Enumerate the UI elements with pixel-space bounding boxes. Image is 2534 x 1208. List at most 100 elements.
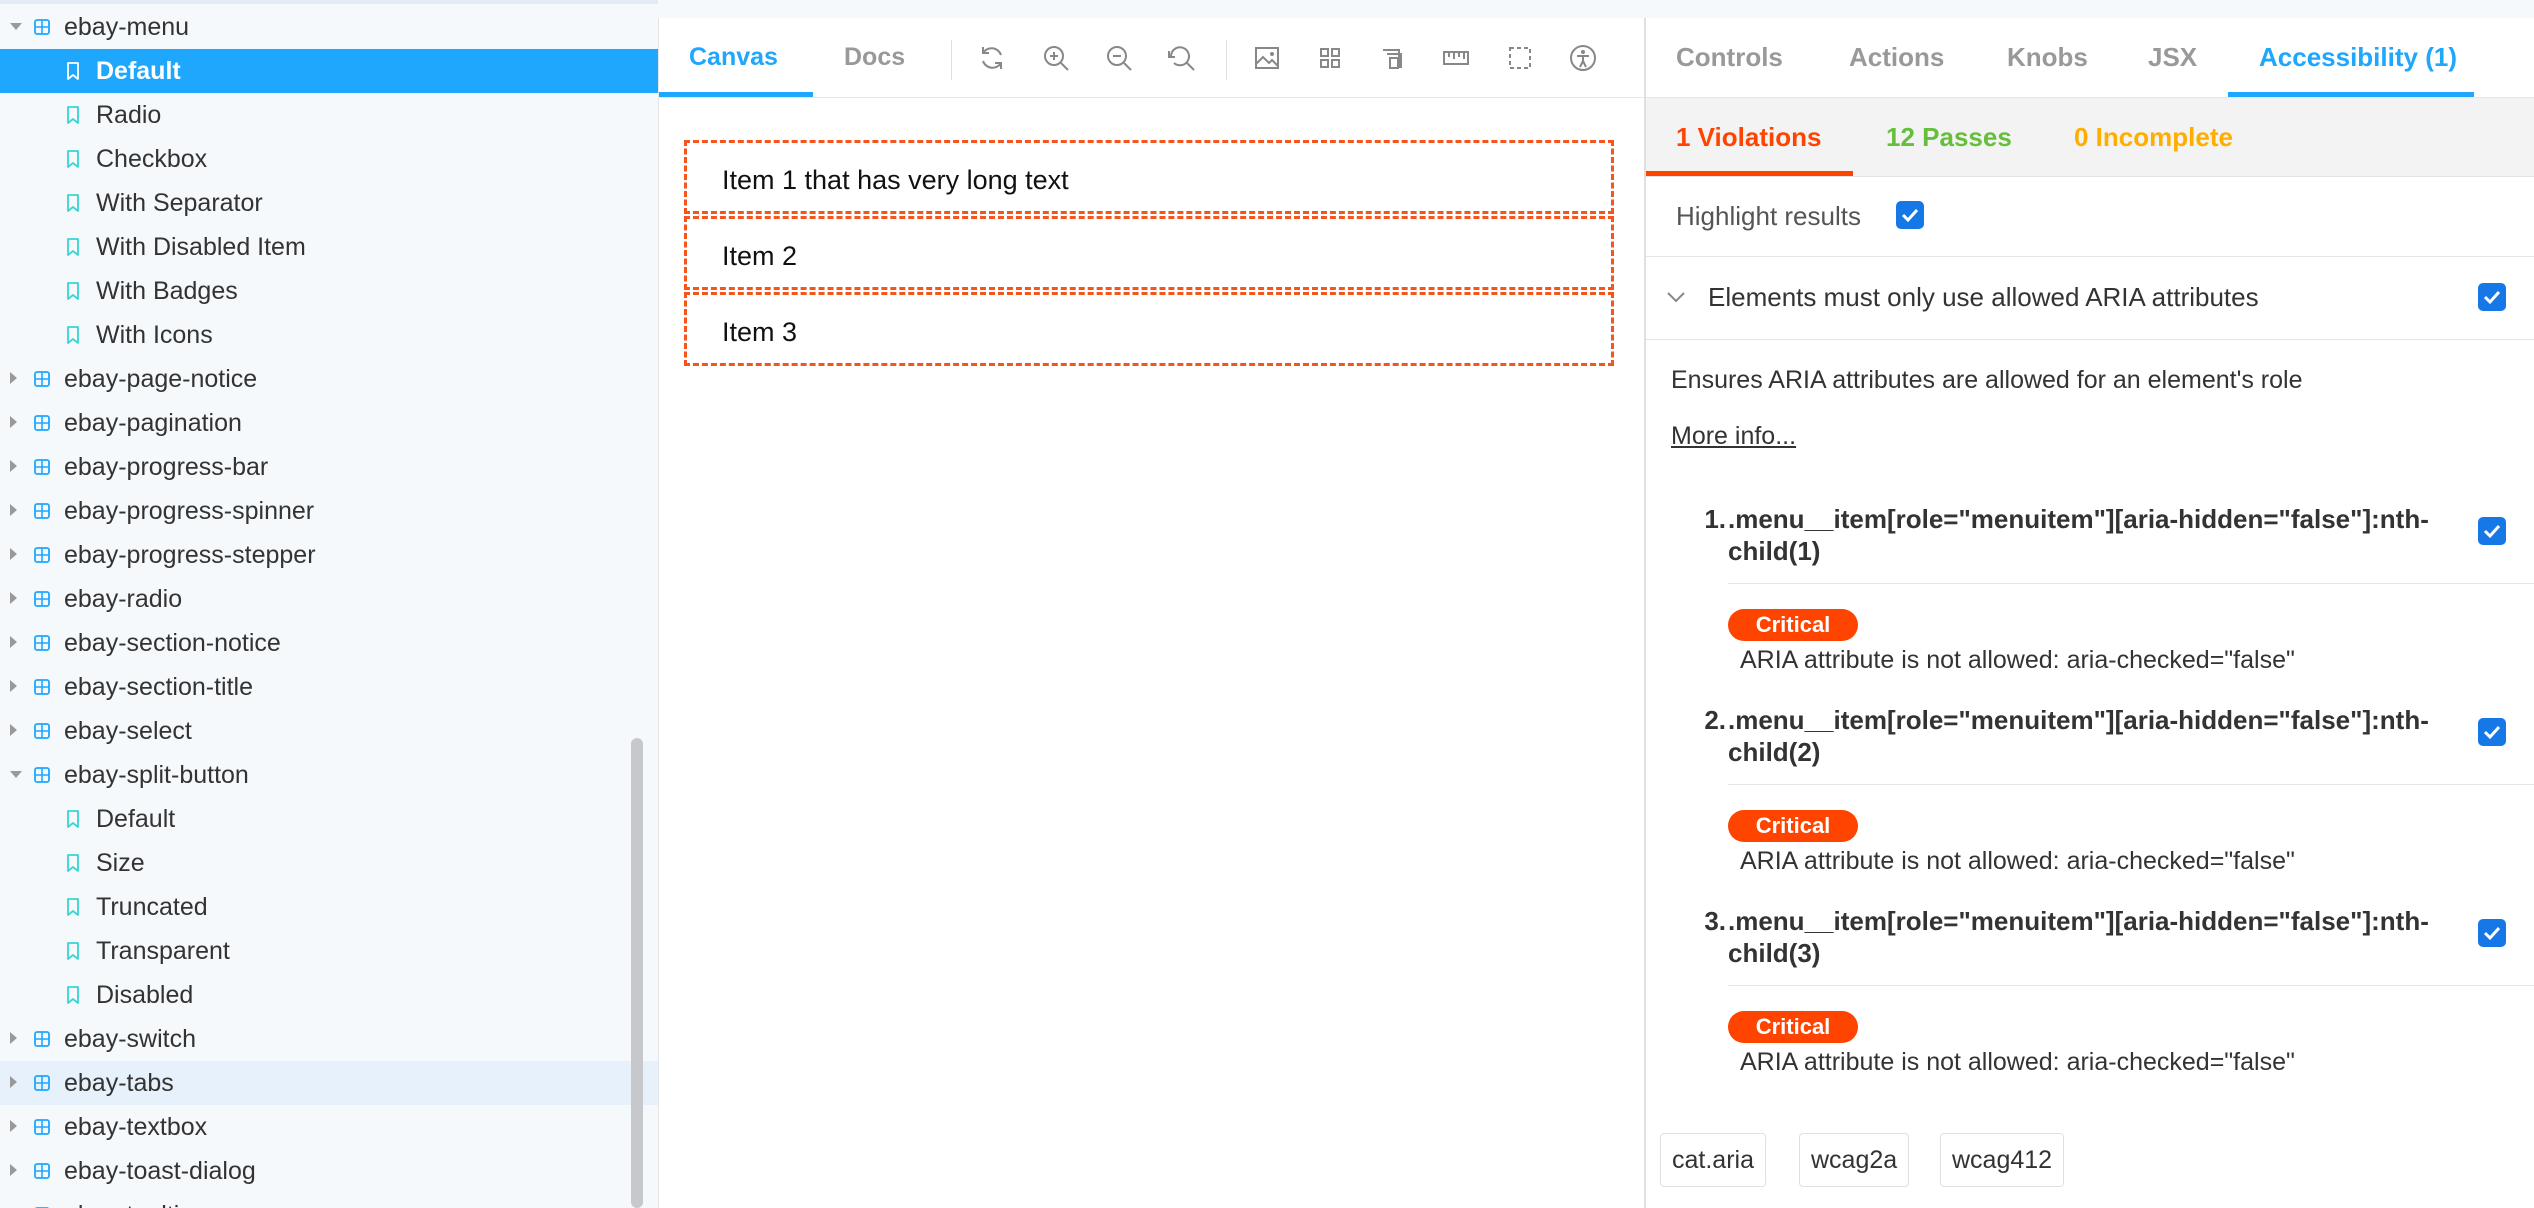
sidebar-component[interactable]: ebay-section-notice: [0, 621, 658, 665]
sidebar-component[interactable]: ebay-pagination: [0, 401, 658, 445]
canvas-tab-indicator: [659, 92, 813, 97]
sidebar-story[interactable]: Transparent: [0, 929, 658, 973]
component-icon: [34, 679, 50, 695]
sidebar-item-label: ebay-tooltip: [64, 1202, 193, 1208]
chevron-down-icon[interactable]: [1664, 285, 1688, 309]
sidebar-component[interactable]: ebay-textbox: [0, 1105, 658, 1149]
sidebar-item-label: ebay-toast-dialog: [64, 1157, 256, 1185]
bookmark-icon: [67, 326, 79, 344]
tab-canvas[interactable]: Canvas: [689, 42, 778, 72]
sidebar-story[interactable]: Default: [0, 49, 658, 93]
toolbar-separator: [951, 40, 952, 80]
accessibility-button[interactable]: [1567, 42, 1599, 74]
sidebar-component[interactable]: ebay-progress-bar: [0, 445, 658, 489]
background-button[interactable]: [1251, 42, 1283, 74]
caret-right-icon: [10, 460, 17, 472]
checkmark-icon: [2483, 725, 2501, 740]
sidebar-story[interactable]: Size: [0, 841, 658, 885]
tab-jsx[interactable]: JSX: [2148, 42, 2197, 72]
sidebar-item-label: Default: [96, 57, 181, 85]
rule-tag: wcag2a: [1799, 1133, 1910, 1187]
sidebar-item-label: ebay-textbox: [64, 1113, 208, 1141]
sidebar-item-label: Disabled: [96, 981, 194, 1009]
sidebar-component[interactable]: ebay-radio: [0, 577, 658, 621]
sidebar-item-label: Checkbox: [96, 145, 208, 173]
sidebar-component[interactable]: ebay-split-button: [0, 753, 658, 797]
component-icon: [34, 591, 50, 607]
sidebar-story[interactable]: Disabled: [0, 973, 658, 1017]
component-icon: [34, 1031, 50, 1047]
tab-accessibility[interactable]: Accessibility (1): [2259, 42, 2457, 72]
sidebar-component[interactable]: ebay-page-notice: [0, 357, 658, 401]
menu-item-label: Item 3: [722, 317, 798, 347]
caret-right-icon: [10, 592, 17, 604]
sidebar-component[interactable]: ebay-progress-spinner: [0, 489, 658, 533]
addon-tabs: Controls Actions Knobs JSX Accessibility…: [1646, 18, 2534, 98]
zoom-reset-button[interactable]: [1166, 42, 1198, 74]
checkmark-icon: [2483, 524, 2501, 539]
node-highlight-checkbox[interactable]: [2478, 517, 2506, 545]
sidebar-component[interactable]: ebay-select: [0, 709, 658, 753]
sidebar-component[interactable]: ebay-switch: [0, 1017, 658, 1061]
bookmark-icon: [67, 194, 79, 212]
node-highlight-checkbox[interactable]: [2478, 718, 2506, 746]
tab-violations[interactable]: 1 Violations: [1676, 122, 1821, 152]
rule-tag: cat.aria: [1660, 1133, 1766, 1187]
sidebar-story[interactable]: With Disabled Item: [0, 225, 658, 269]
menu-item-1[interactable]: Item 1 that has very long text: [684, 140, 1614, 214]
zoom-in-button[interactable]: [1040, 42, 1072, 74]
more-info-link[interactable]: More info...: [1671, 421, 1796, 451]
outline-button[interactable]: [1504, 42, 1536, 74]
node-selector: .menu__item[role="menuitem"][aria-hidden…: [1728, 906, 2429, 968]
sidebar-story[interactable]: With Badges: [0, 269, 658, 313]
sidebar-story[interactable]: With Icons: [0, 313, 658, 357]
bookmark-icon: [67, 238, 79, 256]
sidebar-item-label: ebay-progress-bar: [64, 453, 269, 481]
result-tabs: 1 Violations 12 Passes 0 Incomplete: [1646, 98, 2534, 177]
sidebar-component[interactable]: ebay-progress-stepper: [0, 533, 658, 577]
sidebar-component[interactable]: ebay-tabs: [0, 1061, 658, 1105]
sidebar-story[interactable]: Default: [0, 797, 658, 841]
sidebar-item-label: Radio: [96, 101, 162, 129]
menu-item-3[interactable]: Item 3: [684, 292, 1614, 366]
tab-actions[interactable]: Actions: [1849, 42, 1944, 72]
sidebar-story[interactable]: Truncated: [0, 885, 658, 929]
sidebar-item-label: Transparent: [96, 937, 230, 965]
viewport-button[interactable]: [1377, 42, 1409, 74]
sidebar: ebay-menu Default Radio Checkbox With Separa…: [0, 0, 658, 1208]
sidebar-item-label: ebay-section-title: [64, 673, 253, 701]
background-icon: [1255, 47, 1279, 69]
zoom-out-button[interactable]: [1103, 42, 1135, 74]
impact-badge: Critical: [1728, 810, 1858, 842]
node-number: 2.: [1704, 705, 1726, 735]
sidebar-component[interactable]: ebay-menu: [0, 5, 658, 49]
tab-knobs[interactable]: Knobs: [2007, 42, 2088, 72]
sidebar-component[interactable]: ebay-toast-dialog: [0, 1149, 658, 1193]
menu-item-label: Item 1 that has very long text: [722, 165, 1069, 195]
rule-highlight-checkbox[interactable]: [2478, 283, 2506, 311]
sidebar-story[interactable]: Checkbox: [0, 137, 658, 181]
sidebar-top-border: [0, 0, 658, 4]
node-highlight-checkbox[interactable]: [2478, 919, 2506, 947]
grid-button[interactable]: [1314, 42, 1346, 74]
sidebar-scrollbar[interactable]: [631, 738, 643, 1208]
checkmark-icon: [1901, 208, 1919, 223]
caret-down-icon: [10, 23, 22, 30]
sidebar-component[interactable]: ebay-section-title: [0, 665, 658, 709]
reload-button[interactable]: [976, 42, 1008, 74]
tab-docs[interactable]: Docs: [844, 42, 905, 72]
sidebar-story[interactable]: With Separator: [0, 181, 658, 225]
menu-item-2[interactable]: Item 2: [684, 216, 1614, 290]
caret-right-icon: [10, 548, 17, 560]
bookmark-icon: [67, 106, 79, 124]
sidebar-item-label: ebay-switch: [64, 1025, 196, 1053]
measure-button[interactable]: [1440, 42, 1472, 74]
rule-header[interactable]: Elements must only use allowed ARIA attr…: [1646, 257, 2534, 340]
highlight-results-checkbox[interactable]: [1896, 201, 1924, 229]
tab-controls[interactable]: Controls: [1676, 42, 1783, 72]
caret-right-icon: [10, 1076, 17, 1088]
sidebar-component[interactable]: ebay-tooltip: [0, 1193, 658, 1208]
sidebar-story[interactable]: Radio: [0, 93, 658, 137]
tab-incomplete[interactable]: 0 Incomplete: [2074, 122, 2233, 152]
tab-passes[interactable]: 12 Passes: [1886, 122, 2012, 152]
